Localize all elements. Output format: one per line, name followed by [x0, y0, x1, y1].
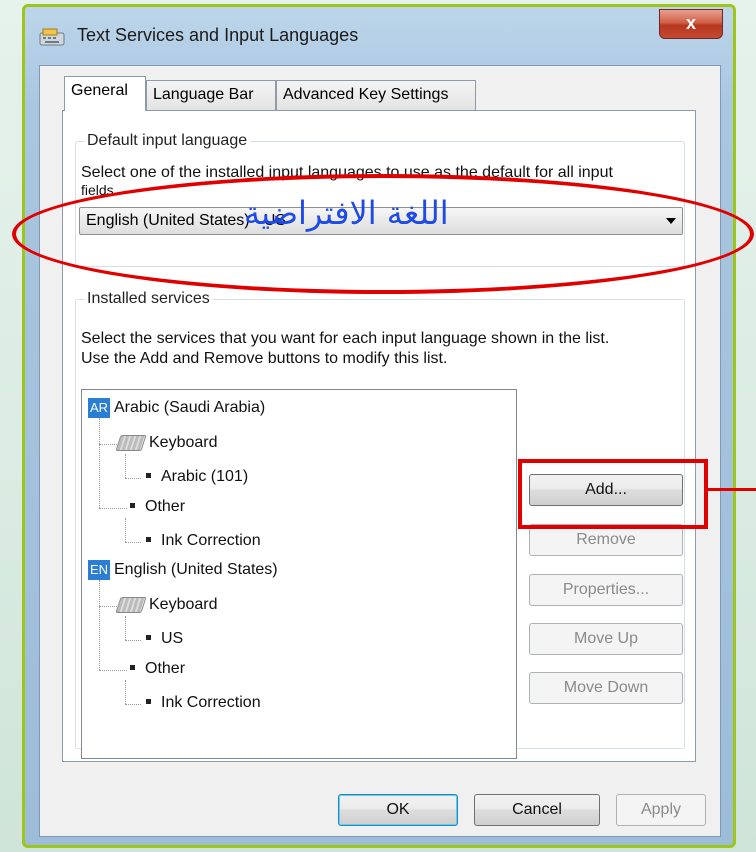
tree-node-label: Arabic (Saudi Arabia): [114, 399, 266, 417]
bullet-icon: [146, 634, 151, 640]
tree-node-other[interactable]: Other: [126, 660, 185, 678]
tree-node-keyboard[interactable]: Keyboard: [115, 434, 218, 452]
close-icon: x: [685, 13, 696, 33]
installed-services-description-line2: Use the Add and Remove buttons to modify…: [81, 350, 448, 367]
tree-connector: [125, 454, 126, 478]
tree-connector: [99, 508, 127, 509]
tree-node-arabic-101[interactable]: Arabic (101): [142, 468, 248, 486]
tree-connector: [125, 518, 126, 542]
tree-connector: [125, 542, 141, 543]
tree-node-us[interactable]: US: [142, 630, 183, 648]
bullet-icon: [146, 698, 151, 704]
tree-connector: [99, 606, 117, 607]
remove-button[interactable]: Remove: [529, 524, 683, 556]
close-button[interactable]: x: [659, 9, 723, 39]
keyboard-icon: [115, 434, 147, 451]
tree-node-other[interactable]: Other: [126, 498, 185, 516]
tree-connector: [99, 444, 117, 445]
tab-language-bar[interactable]: Language Bar: [146, 80, 276, 110]
tree-node-label: Keyboard: [149, 434, 218, 451]
installed-services-description-line1: Select the services that you want for ea…: [81, 330, 610, 347]
bullet-icon: [130, 502, 135, 508]
tree-connector: [99, 418, 100, 508]
tree-node-label: English (United States): [114, 561, 278, 579]
keyboard-icon: [115, 596, 147, 613]
move-up-button[interactable]: Move Up: [529, 623, 683, 655]
window-title: Text Services and Input Languages: [77, 25, 359, 45]
annotation-pointer-line: [708, 488, 756, 491]
tree-node-label: Arabic (101): [161, 468, 249, 485]
tree-node-ink-correction[interactable]: Ink Correction: [142, 694, 261, 712]
keyboard-app-icon: [39, 28, 65, 46]
properties-button[interactable]: Properties...: [529, 574, 683, 606]
default-input-description-line1: Select one of the installed input langua…: [81, 164, 613, 181]
ok-button[interactable]: OK: [338, 794, 458, 826]
tree-node-label: US: [161, 630, 184, 647]
language-badge: AR: [88, 398, 110, 418]
apply-button[interactable]: Apply: [616, 794, 706, 826]
tree-node-keyboard[interactable]: Keyboard: [115, 596, 218, 614]
tree-connector: [99, 580, 100, 670]
tree-node-arabic-saudi-arabia[interactable]: AR Arabic (Saudi Arabia): [88, 398, 265, 418]
tab-general[interactable]: General: [64, 76, 146, 111]
dialog-window: Text Services and Input Languages x Gene…: [22, 4, 736, 848]
tree-connector: [99, 670, 127, 671]
tree-node-ink-correction[interactable]: Ink Correction: [142, 532, 261, 550]
installed-services-label: Installed services: [84, 290, 213, 308]
tree-node-label: Ink Correction: [161, 532, 261, 549]
tree-node-label: Ink Correction: [161, 694, 261, 711]
tree-connector: [125, 680, 126, 704]
add-button[interactable]: Add...: [529, 474, 683, 506]
tree-node-label: Other: [145, 660, 186, 677]
bullet-icon: [130, 664, 135, 670]
dialog-client-area: General Language Bar Advanced Key Settin…: [39, 65, 721, 837]
bullet-icon: [146, 472, 151, 478]
tree-node-label: Other: [145, 498, 186, 515]
move-down-button[interactable]: Move Down: [529, 672, 683, 704]
tree-node-label: Keyboard: [149, 596, 218, 613]
tree-connector: [125, 640, 141, 641]
tree-node-english-united-states[interactable]: EN English (United States): [88, 560, 278, 580]
cancel-button[interactable]: Cancel: [474, 794, 600, 826]
tree-connector: [125, 616, 126, 640]
annotation-arabic-label: اللغة الافتراضية: [244, 194, 449, 232]
title-bar[interactable]: Text Services and Input Languages x: [25, 7, 733, 63]
tree-connector: [125, 704, 141, 705]
installed-services-description: Select the services that you want for ea…: [81, 329, 609, 369]
language-badge: EN: [88, 560, 110, 580]
bullet-icon: [146, 536, 151, 542]
chevron-down-icon: [666, 218, 676, 224]
installed-services-tree[interactable]: AR Arabic (Saudi Arabia) Keyboard Arabic …: [81, 389, 517, 759]
default-input-language-label: Default input language: [84, 132, 251, 150]
tree-connector: [125, 478, 141, 479]
default-input-description: Select one of the installed input langua…: [81, 163, 613, 197]
tab-advanced-key-settings[interactable]: Advanced Key Settings: [276, 80, 476, 110]
